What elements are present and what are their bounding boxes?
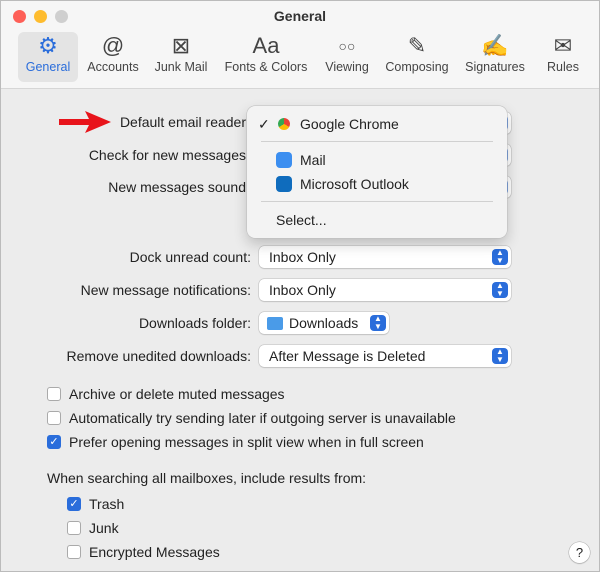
checkmark-icon: ✓ xyxy=(258,116,270,132)
dock-unread-label: Dock unread count: xyxy=(129,249,251,265)
menu-divider xyxy=(261,201,493,202)
menu-divider xyxy=(261,141,493,142)
remove-downloads-label: Remove unedited downloads: xyxy=(66,348,251,364)
archive-muted-label: Archive or delete muted messages xyxy=(69,386,285,402)
tab-accounts[interactable]: @ Accounts xyxy=(83,32,143,82)
menu-item-google-chrome[interactable]: ✓ Google Chrome xyxy=(247,113,507,135)
menu-item-microsoft-outlook[interactable]: Microsoft Outlook xyxy=(247,173,507,195)
outlook-icon xyxy=(276,176,292,192)
check-new-label: Check for new messages xyxy=(88,147,246,163)
trash-checkbox[interactable]: ✓ xyxy=(67,497,81,511)
help-button[interactable]: ? xyxy=(569,542,590,563)
split-view-label: Prefer opening messages in split view wh… xyxy=(69,434,424,450)
junk-checkbox[interactable] xyxy=(67,521,81,535)
folder-icon xyxy=(267,317,283,330)
signature-icon: ✍ xyxy=(481,33,509,58)
auto-send-later-label: Automatically try sending later if outgo… xyxy=(69,410,456,426)
tab-rules[interactable]: ✉ Rules xyxy=(539,32,587,82)
tab-composing[interactable]: ✎ Composing xyxy=(381,32,453,82)
chevron-updown-icon: ▲ ▼ xyxy=(370,315,386,331)
encrypted-checkbox[interactable] xyxy=(67,545,81,559)
default-reader-label: Default email reader xyxy=(119,114,246,130)
downloads-folder-popup[interactable]: Downloads ▲ ▼ xyxy=(259,312,389,334)
at-icon: @ xyxy=(101,33,125,58)
new-sound-label: New messages sound xyxy=(108,179,246,195)
downloads-folder-label: Downloads folder: xyxy=(138,315,251,331)
split-view-checkbox[interactable]: ✓ xyxy=(47,435,61,449)
compose-icon: ✎ xyxy=(407,33,427,58)
auto-send-later-checkbox[interactable] xyxy=(47,411,61,425)
trash-label: Trash xyxy=(89,496,125,512)
dock-unread-popup[interactable]: Inbox Only ▲ ▼ xyxy=(259,246,511,268)
toolbar: General ⚙ General @ Accounts ⊠ Junk Mail Aa… xyxy=(1,1,599,89)
tab-signatures[interactable]: ✍ Signatures xyxy=(459,32,531,82)
chevron-updown-icon: ▲ ▼ xyxy=(492,249,508,265)
notifications-popup[interactable]: Inbox Only ▲ ▼ xyxy=(259,279,511,301)
encrypted-label: Encrypted Messages xyxy=(89,544,220,560)
menu-item-mail[interactable]: Mail xyxy=(247,149,507,171)
mail-preferences-window: General ⚙ General @ Accounts ⊠ Junk Mail Aa… xyxy=(0,0,600,572)
tab-fonts-colors[interactable]: Aa Fonts & Colors xyxy=(219,32,313,82)
search-heading: When searching all mailboxes, include re… xyxy=(47,470,367,486)
chevron-updown-icon: ▲ ▼ xyxy=(492,348,508,364)
glasses-icon: ○○ xyxy=(338,38,356,54)
window-title: General xyxy=(273,8,327,24)
chevron-updown-icon: ▲ ▼ xyxy=(492,282,508,298)
junk-bin-icon: ⊠ xyxy=(171,33,191,58)
archive-muted-checkbox[interactable] xyxy=(47,387,61,401)
tab-viewing[interactable]: ○○ Viewing xyxy=(319,32,375,82)
notifications-label: New message notifications: xyxy=(80,282,251,298)
default-reader-menu: ✓ Google Chrome Mail Microsoft Outlook S… xyxy=(247,106,507,238)
tab-general[interactable]: ⚙ General xyxy=(18,32,78,82)
remove-downloads-popup[interactable]: After Message is Deleted ▲ ▼ xyxy=(259,345,511,367)
tab-junk-mail[interactable]: ⊠ Junk Mail xyxy=(149,32,213,82)
mail-app-icon xyxy=(276,152,292,168)
chrome-icon xyxy=(278,118,290,130)
menu-item-select[interactable]: Select... xyxy=(247,209,507,231)
gear-icon: ⚙ xyxy=(38,33,58,58)
rules-icon: ✉ xyxy=(553,33,573,58)
fonts-icon: Aa xyxy=(252,33,280,58)
junk-label: Junk xyxy=(89,520,119,536)
